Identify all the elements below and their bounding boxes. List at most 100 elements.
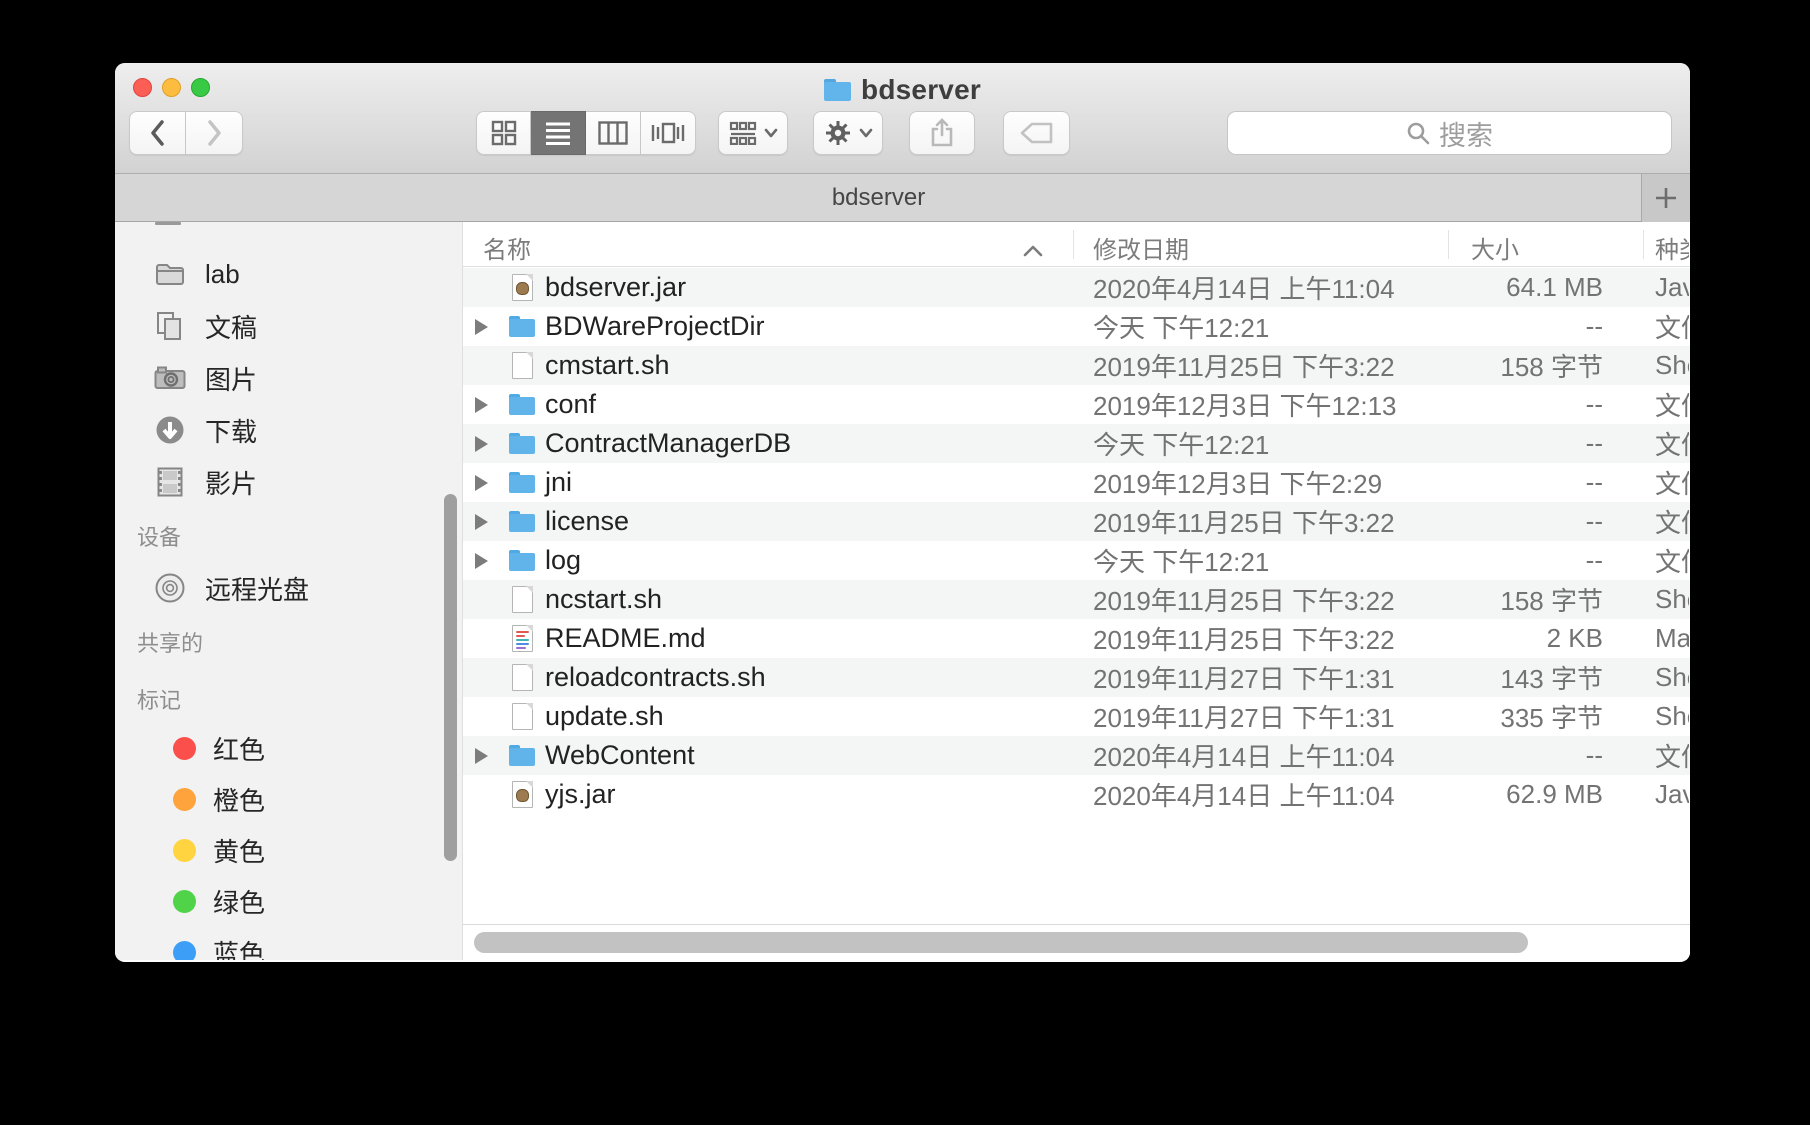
- disc-icon: [153, 571, 187, 605]
- sidebar-tag-蓝色[interactable]: 蓝色: [115, 927, 462, 960]
- share-button[interactable]: [909, 111, 975, 155]
- sidebar-item-远程光盘[interactable]: 远程光盘: [115, 562, 462, 614]
- table-row-WebContent[interactable]: WebContent 2020年4月14日 上午11:04 -- 文件夹: [463, 736, 1690, 775]
- back-button[interactable]: [129, 111, 186, 155]
- disclosure-triangle-icon[interactable]: [475, 268, 495, 307]
- column-view-button[interactable]: [586, 111, 641, 155]
- column-header-name[interactable]: 名称: [483, 230, 531, 265]
- column-header-size[interactable]: 大小: [1471, 230, 1519, 265]
- sidebar-item-label: 远程光盘: [205, 570, 309, 607]
- finder-window: bdserver: [115, 63, 1690, 962]
- table-row-log[interactable]: log 今天 下午12:21 -- 文件夹: [463, 541, 1690, 580]
- disclosure-triangle-icon[interactable]: [475, 502, 495, 541]
- table-row-reloadcontracts.sh[interactable]: reloadcontracts.sh 2019年11月27日 下午1:31 14…: [463, 658, 1690, 697]
- sidebar-item-lab[interactable]: lab: [115, 248, 462, 300]
- column-header-date[interactable]: 修改日期: [1093, 230, 1189, 265]
- disclosure-triangle-icon[interactable]: [475, 736, 495, 775]
- table-row-cmstart.sh[interactable]: cmstart.sh 2019年11月25日 下午3:22 158 字节 She…: [463, 346, 1690, 385]
- file-kind: Shell: [1655, 580, 1689, 619]
- sidebar-item-影片[interactable]: 影片: [115, 456, 462, 508]
- sidebar-tag-绿色[interactable]: 绿色: [115, 876, 462, 927]
- sidebar-tag-红色[interactable]: 红色: [115, 723, 462, 774]
- sidebar-item-图片[interactable]: 图片: [115, 352, 462, 404]
- file-name: log: [545, 541, 581, 580]
- column-divider[interactable]: [1643, 230, 1644, 259]
- table-row-yjs.jar[interactable]: yjs.jar 2020年4月14日 上午11:04 62.9 MB Java: [463, 775, 1690, 814]
- list-header: 名称 修改日期 大小 种类: [463, 222, 1690, 267]
- horizontal-scrollbar[interactable]: [474, 932, 1528, 953]
- disclosure-triangle-icon[interactable]: [475, 775, 495, 814]
- sidebar-section-devices: 设备: [115, 522, 462, 550]
- sidebar-item-文稿[interactable]: 文稿: [115, 300, 462, 352]
- file-name: license: [545, 502, 629, 541]
- icon-view-button[interactable]: [476, 111, 531, 155]
- sort-ascending-icon: [1023, 236, 1043, 264]
- tag-button[interactable]: [1003, 111, 1070, 155]
- file-kind: 文件夹: [1655, 385, 1689, 424]
- folder-icon: [509, 550, 535, 571]
- group-icon: [729, 121, 757, 145]
- table-row-BDWareProjectDir[interactable]: BDWareProjectDir 今天 下午12:21 -- 文件夹: [463, 307, 1690, 346]
- column-divider[interactable]: [1448, 230, 1449, 259]
- file-type-icon: [507, 775, 537, 814]
- tab-bdserver[interactable]: bdserver: [115, 174, 1642, 222]
- table-row-license[interactable]: license 2019年11月25日 下午3:22 -- 文件夹: [463, 502, 1690, 541]
- file-name: update.sh: [545, 697, 664, 736]
- sidebar-tag-黄色[interactable]: 黄色: [115, 825, 462, 876]
- disclosure-triangle-icon[interactable]: [475, 463, 495, 502]
- sidebar-scrollbar[interactable]: [444, 494, 457, 861]
- search-icon: [1406, 121, 1430, 145]
- file-name: ncstart.sh: [545, 580, 662, 619]
- sidebar-item-下载[interactable]: 下载: [115, 404, 462, 456]
- file-date: 2019年11月25日 下午3:22: [1093, 502, 1395, 541]
- file-size: 158 字节: [1413, 580, 1603, 619]
- table-row-ContractManagerDB[interactable]: ContractManagerDB 今天 下午12:21 -- 文件夹: [463, 424, 1690, 463]
- file-type-icon: [507, 268, 537, 307]
- disclosure-triangle-icon[interactable]: [475, 424, 495, 463]
- sidebar-tags: 红色 橙色 黄色 绿色 蓝色: [115, 723, 462, 960]
- table-row-bdserver.jar[interactable]: bdserver.jar 2020年4月14日 上午11:04 64.1 MB …: [463, 268, 1690, 307]
- tag-color-dot: [173, 890, 196, 913]
- disclosure-triangle-icon[interactable]: [475, 346, 495, 385]
- disclosure-triangle-icon[interactable]: [475, 619, 495, 658]
- table-row-conf[interactable]: conf 2019年12月3日 下午12:13 -- 文件夹: [463, 385, 1690, 424]
- file-kind: Shell: [1655, 346, 1689, 385]
- plus-icon: [1654, 186, 1678, 210]
- disclosure-triangle-icon[interactable]: [475, 658, 495, 697]
- disclosure-triangle-icon[interactable]: [475, 580, 495, 619]
- tag-label: 黄色: [213, 832, 265, 869]
- tag-color-dot: [173, 839, 196, 862]
- column-header-kind[interactable]: 种类: [1655, 230, 1689, 265]
- list-view-button[interactable]: [531, 111, 586, 155]
- file-icon: [512, 586, 533, 613]
- gallery-view-button[interactable]: [641, 111, 696, 155]
- action-menu-button[interactable]: [813, 111, 883, 155]
- title-bar[interactable]: bdserver: [115, 63, 1690, 174]
- group-by-button[interactable]: [718, 111, 788, 155]
- folder-icon: [509, 745, 535, 766]
- tag-label: 蓝色: [213, 934, 265, 960]
- sidebar-tag-橙色[interactable]: 橙色: [115, 774, 462, 825]
- disclosure-triangle-icon[interactable]: [475, 385, 495, 424]
- file-size: 64.1 MB: [1413, 268, 1603, 307]
- disclosure-triangle-icon[interactable]: [475, 307, 495, 346]
- camera-icon: [153, 361, 187, 395]
- window-title-area: bdserver: [115, 74, 1690, 106]
- file-size: 158 字节: [1413, 346, 1603, 385]
- table-row-README.md[interactable]: README.md 2019年11月25日 下午3:22 2 KB Mark: [463, 619, 1690, 658]
- file-kind: Shell: [1655, 658, 1689, 697]
- table-row-ncstart.sh[interactable]: ncstart.sh 2019年11月25日 下午3:22 158 字节 She…: [463, 580, 1690, 619]
- file-date: 今天 下午12:21: [1093, 307, 1269, 346]
- table-row-update.sh[interactable]: update.sh 2019年11月27日 下午1:31 335 字节 Shel…: [463, 697, 1690, 736]
- table-row-jni[interactable]: jni 2019年12月3日 下午2:29 -- 文件夹: [463, 463, 1690, 502]
- file-name: WebContent: [545, 736, 695, 775]
- column-divider[interactable]: [1073, 230, 1074, 259]
- file-name: ContractManagerDB: [545, 424, 791, 463]
- forward-button[interactable]: [186, 111, 243, 155]
- file-date: 2020年4月14日 上午11:04: [1093, 736, 1395, 775]
- new-tab-button[interactable]: [1641, 174, 1690, 222]
- search-field[interactable]: 搜索: [1227, 111, 1672, 155]
- sidebar: lab 文稿 图片 下载 影片 设备 远程光盘 共享的 标记 红色 橙色 黄色 …: [115, 222, 463, 960]
- disclosure-triangle-icon[interactable]: [475, 541, 495, 580]
- disclosure-triangle-icon[interactable]: [475, 697, 495, 736]
